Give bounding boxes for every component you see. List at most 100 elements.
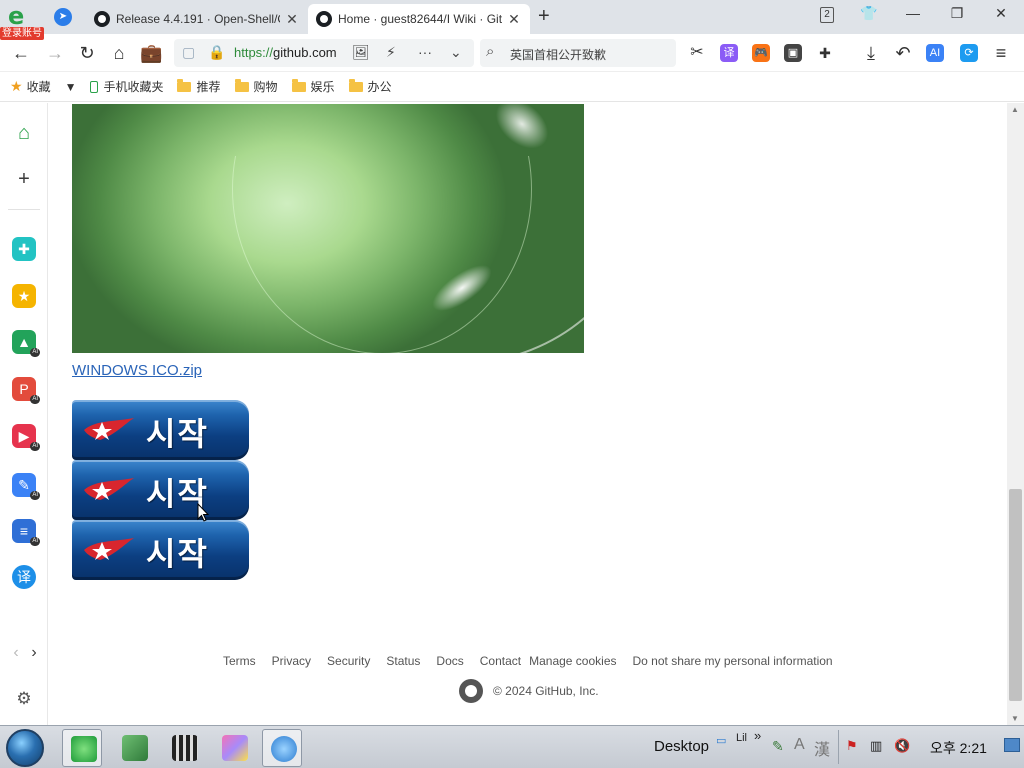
translate-icon[interactable]: 译: [12, 565, 36, 589]
start-button-image[interactable]: 시작: [72, 400, 249, 460]
undo-icon[interactable]: ↶: [892, 42, 914, 64]
extensions-icon[interactable]: ✚: [816, 44, 834, 62]
reader-ext-icon[interactable]: ▣: [784, 44, 802, 62]
footer-link-status[interactable]: Status: [386, 654, 420, 668]
start-button-image[interactable]: 시작: [72, 520, 249, 580]
taskbar-movie-app[interactable]: [164, 729, 204, 767]
windows-ico-zip-link[interactable]: WINDOWS ICO.zip: [72, 362, 202, 379]
start-button-image[interactable]: 시작: [72, 460, 249, 520]
reload-button[interactable]: ↻: [76, 42, 98, 64]
telegram-icon[interactable]: ➤: [54, 8, 72, 26]
more-icon[interactable]: ···: [418, 44, 432, 60]
ai-image-icon[interactable]: ▲ AI: [12, 330, 40, 357]
lightning-icon[interactable]: ⚡: [386, 44, 396, 61]
game-ext-icon[interactable]: 🎮: [752, 44, 770, 62]
footer-link-docs[interactable]: Docs: [436, 654, 463, 668]
minimize-button[interactable]: —: [902, 5, 924, 21]
menu-icon[interactable]: ≡: [990, 42, 1012, 64]
health-plus-icon[interactable]: ✚: [12, 237, 36, 261]
chevron-right-icon[interactable]: ›: [22, 641, 46, 665]
action-center-flag-icon[interactable]: ⚑: [846, 738, 858, 754]
caret-down-icon[interactable]: ▼: [65, 80, 77, 94]
ai-video-icon[interactable]: ▶ AI: [12, 424, 40, 451]
bookmark-favorites[interactable]: ★ 收藏: [10, 78, 51, 95]
github-octocat-icon[interactable]: [459, 679, 483, 703]
taskbar-notes-app[interactable]: [114, 729, 154, 767]
bookmark-recommend[interactable]: 推荐: [177, 78, 221, 95]
vertical-scrollbar[interactable]: ▲ ▼: [1007, 103, 1024, 725]
footer-link-terms[interactable]: Terms: [223, 654, 256, 668]
show-desktop-icon[interactable]: [1004, 738, 1020, 752]
footer-link-contact[interactable]: Contact: [480, 654, 521, 668]
tray-app-label[interactable]: Lil: [736, 732, 747, 744]
download-icon[interactable]: ⤓: [860, 42, 882, 64]
bookmark-shopping[interactable]: 购物: [234, 78, 278, 95]
taskbar-shell-app[interactable]: [262, 729, 302, 767]
bookmark-entertainment[interactable]: 娱乐: [291, 78, 335, 95]
tab-count-button[interactable]: 2: [820, 7, 834, 23]
ai-write-icon[interactable]: ✎ AI: [12, 473, 40, 500]
search-query[interactable]: 英国首相公开致歉: [510, 46, 606, 63]
tab-open-shell-release[interactable]: Release 4.4.191 · Open-Shell/Open-Shell-…: [86, 4, 308, 34]
bookmark-mobile[interactable]: 手机收藏夹: [90, 78, 163, 95]
shirt-skin-icon[interactable]: 👕: [858, 5, 880, 22]
home-button[interactable]: ⌂: [108, 42, 130, 64]
sync-icon[interactable]: ⟳: [960, 44, 978, 62]
bookmark-label: 娱乐: [310, 80, 335, 94]
scroll-up-arrow-icon[interactable]: ▲: [1011, 105, 1019, 114]
close-tab-icon[interactable]: ✕: [284, 11, 300, 28]
tab-wiki-home[interactable]: Home · guest82644/I Wiki · GitHub ✕: [308, 4, 530, 34]
footer-link-privacy[interactable]: Privacy: [272, 654, 311, 668]
footer-link-do-not-share[interactable]: Do not share my personal information: [633, 654, 833, 668]
url-text[interactable]: https://github.com: [234, 45, 344, 60]
briefcase-icon[interactable]: 💼: [140, 42, 162, 64]
ai-pdf-icon[interactable]: P AI: [12, 377, 40, 404]
settings-gear-icon[interactable]: ⚙: [12, 687, 36, 711]
ime-pen-icon[interactable]: ✎: [772, 738, 784, 755]
scroll-down-arrow-icon[interactable]: ▼: [1011, 714, 1019, 723]
forward-button[interactable]: →: [44, 42, 66, 64]
taskbar-paint-app[interactable]: [214, 729, 254, 767]
folder-tray-icon[interactable]: ▭: [716, 734, 726, 747]
desktop-toolbar-label[interactable]: Desktop: [654, 738, 709, 755]
folder-icon: [177, 78, 192, 92]
restore-button[interactable]: ❐: [946, 5, 968, 22]
chevron-down-icon[interactable]: ⌄: [450, 44, 462, 61]
folder-icon: [234, 78, 249, 92]
bookmarks-bar: ★ 收藏 ▼ 手机收藏夹 推荐 购物 娱乐 办公: [0, 72, 1024, 102]
add-icon[interactable]: +: [12, 167, 36, 191]
ai-document-icon[interactable]: ≡ AI: [12, 519, 40, 546]
footer-link-manage-cookies[interactable]: Manage cookies: [529, 654, 616, 668]
taskbar-browser[interactable]: [62, 729, 102, 767]
translate-ext-icon[interactable]: 译: [720, 44, 738, 62]
green-wallpaper-image: [72, 104, 584, 353]
site-info-icon[interactable]: ▢: [182, 44, 195, 61]
ime-mode-label[interactable]: A: [794, 736, 805, 754]
new-tab-button[interactable]: +: [538, 6, 550, 26]
more-toolbars-icon[interactable]: »: [754, 728, 761, 743]
tab-title: Home · guest82644/I Wiki · GitHub: [338, 12, 502, 26]
windows-taskbar: Desktop ▭ Lil » ✎ A 漢 ⚑ ▥ 🔇 오후 2:21: [0, 725, 1024, 768]
tab-strip: e 登录账号 ➤ Release 4.4.191 · Open-Shell/Op…: [0, 0, 1024, 40]
taskbar-clock[interactable]: 오후 2:21: [930, 738, 987, 758]
close-tab-icon[interactable]: ✕: [506, 11, 522, 28]
bookmark-office[interactable]: 办公: [348, 78, 392, 95]
scissors-icon[interactable]: ✂: [686, 42, 708, 64]
search-box[interactable]: ⌕ 英国首相公开致歉: [480, 39, 676, 67]
scrollbar-thumb[interactable]: [1009, 489, 1022, 701]
lock-icon[interactable]: 🔒: [208, 44, 225, 61]
home-icon[interactable]: ⌂: [12, 121, 36, 145]
login-account-badge[interactable]: 登录账号: [0, 27, 44, 40]
close-window-button[interactable]: ✕: [990, 5, 1012, 22]
ime-hanja-label[interactable]: 漢: [814, 736, 830, 760]
image-icon[interactable]: 🖼: [352, 44, 370, 61]
footer-link-security[interactable]: Security: [327, 654, 370, 668]
start-orb-button[interactable]: [6, 729, 44, 767]
network-icon[interactable]: ▥: [870, 738, 882, 754]
volume-muted-icon[interactable]: 🔇: [894, 738, 910, 754]
search-icon: ⌕: [486, 43, 495, 60]
back-button[interactable]: ←: [10, 42, 32, 64]
favorites-star-icon[interactable]: ★: [12, 284, 36, 308]
address-bar[interactable]: ▢ 🔒 https://github.com 🖼 ⚡ ··· ⌄: [174, 39, 474, 67]
ai-assistant-icon[interactable]: AI: [926, 44, 944, 62]
